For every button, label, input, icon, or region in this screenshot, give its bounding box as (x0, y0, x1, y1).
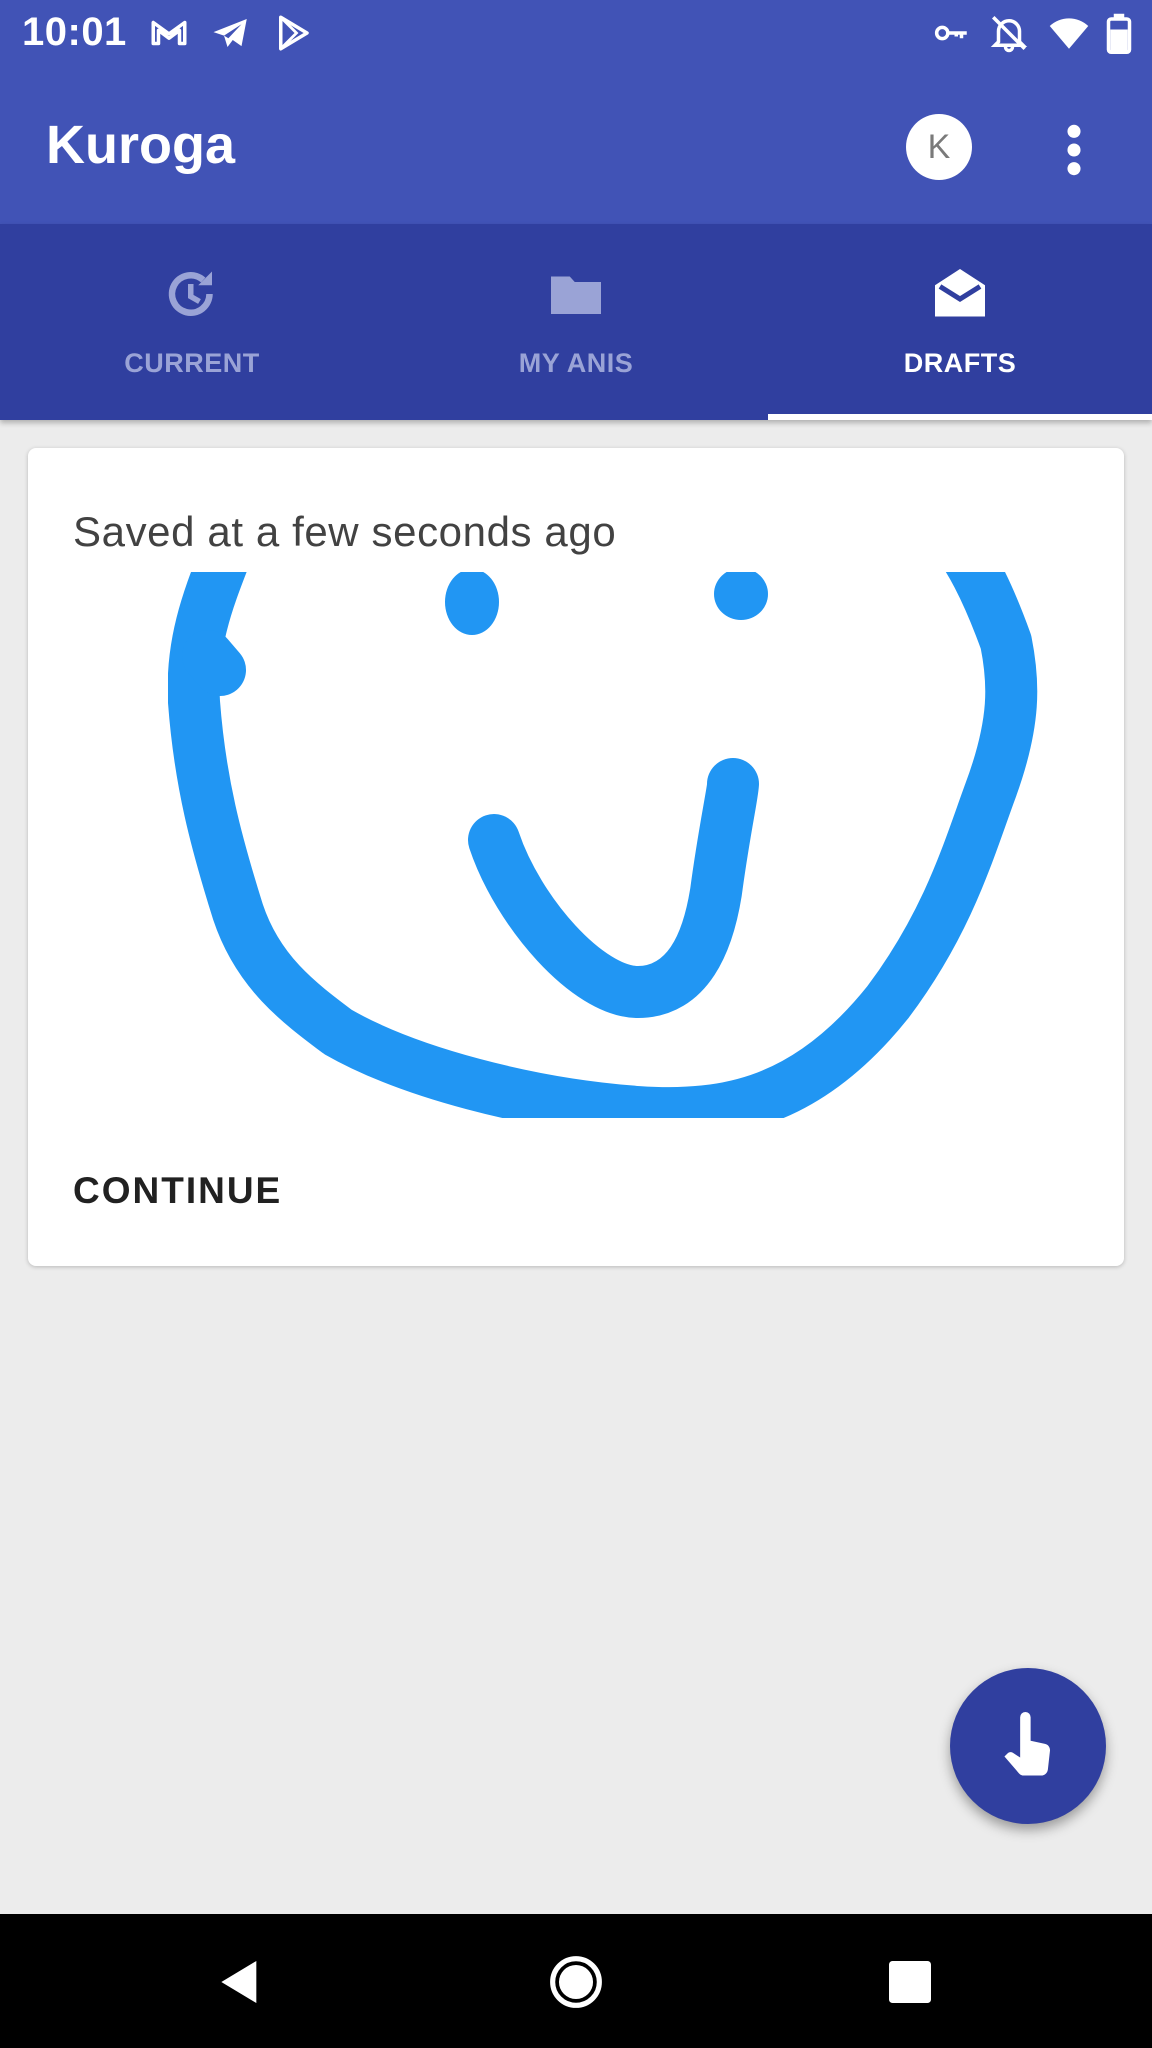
tab-current[interactable]: CURRENT (0, 224, 384, 420)
notifications-off-icon (988, 12, 1030, 54)
tab-label: MY ANIS (518, 348, 634, 378)
right-eye (714, 572, 768, 620)
drafts-icon (930, 264, 990, 324)
tab-bar: CURRENT MY ANIS DRAFTS (0, 224, 1152, 420)
touch-icon (1004, 1712, 1051, 1776)
continue-button[interactable]: CONTINUE (73, 1170, 282, 1212)
tab-drafts[interactable]: DRAFTS (768, 224, 1152, 420)
history-icon (162, 264, 222, 324)
navigation-bar (0, 1914, 1152, 2048)
play-store-icon (272, 12, 314, 54)
telegram-icon (210, 12, 252, 54)
wifi-icon (1048, 12, 1090, 54)
tab-label: CURRENT (124, 348, 260, 378)
avatar[interactable]: K (906, 114, 972, 180)
vpn-key-icon (930, 12, 972, 54)
left-eye (445, 572, 499, 635)
recents-icon[interactable] (882, 1954, 938, 2010)
gmail-icon (148, 12, 190, 54)
folder-icon (546, 264, 606, 324)
overflow-menu-icon[interactable] (1056, 122, 1092, 178)
status-bar: 10:01 (0, 0, 1152, 66)
status-time: 10:01 (22, 10, 127, 54)
battery-icon (1104, 12, 1134, 54)
app-bar: Kuroga K (0, 66, 1152, 224)
app-title: Kuroga (46, 115, 235, 175)
tab-indicator (768, 414, 1152, 420)
draft-drawing-thumbnail[interactable] (168, 572, 1068, 1118)
saved-timestamp: Saved at a few seconds ago (73, 508, 617, 555)
new-animation-fab[interactable] (950, 1668, 1106, 1824)
back-icon[interactable] (212, 1954, 268, 2010)
tab-my-anis[interactable]: MY ANIS (384, 224, 768, 420)
tab-label: DRAFTS (903, 348, 1017, 378)
home-icon[interactable] (548, 1954, 604, 2010)
draft-card[interactable]: Saved at a few seconds ago CONTINUE (28, 448, 1124, 1266)
